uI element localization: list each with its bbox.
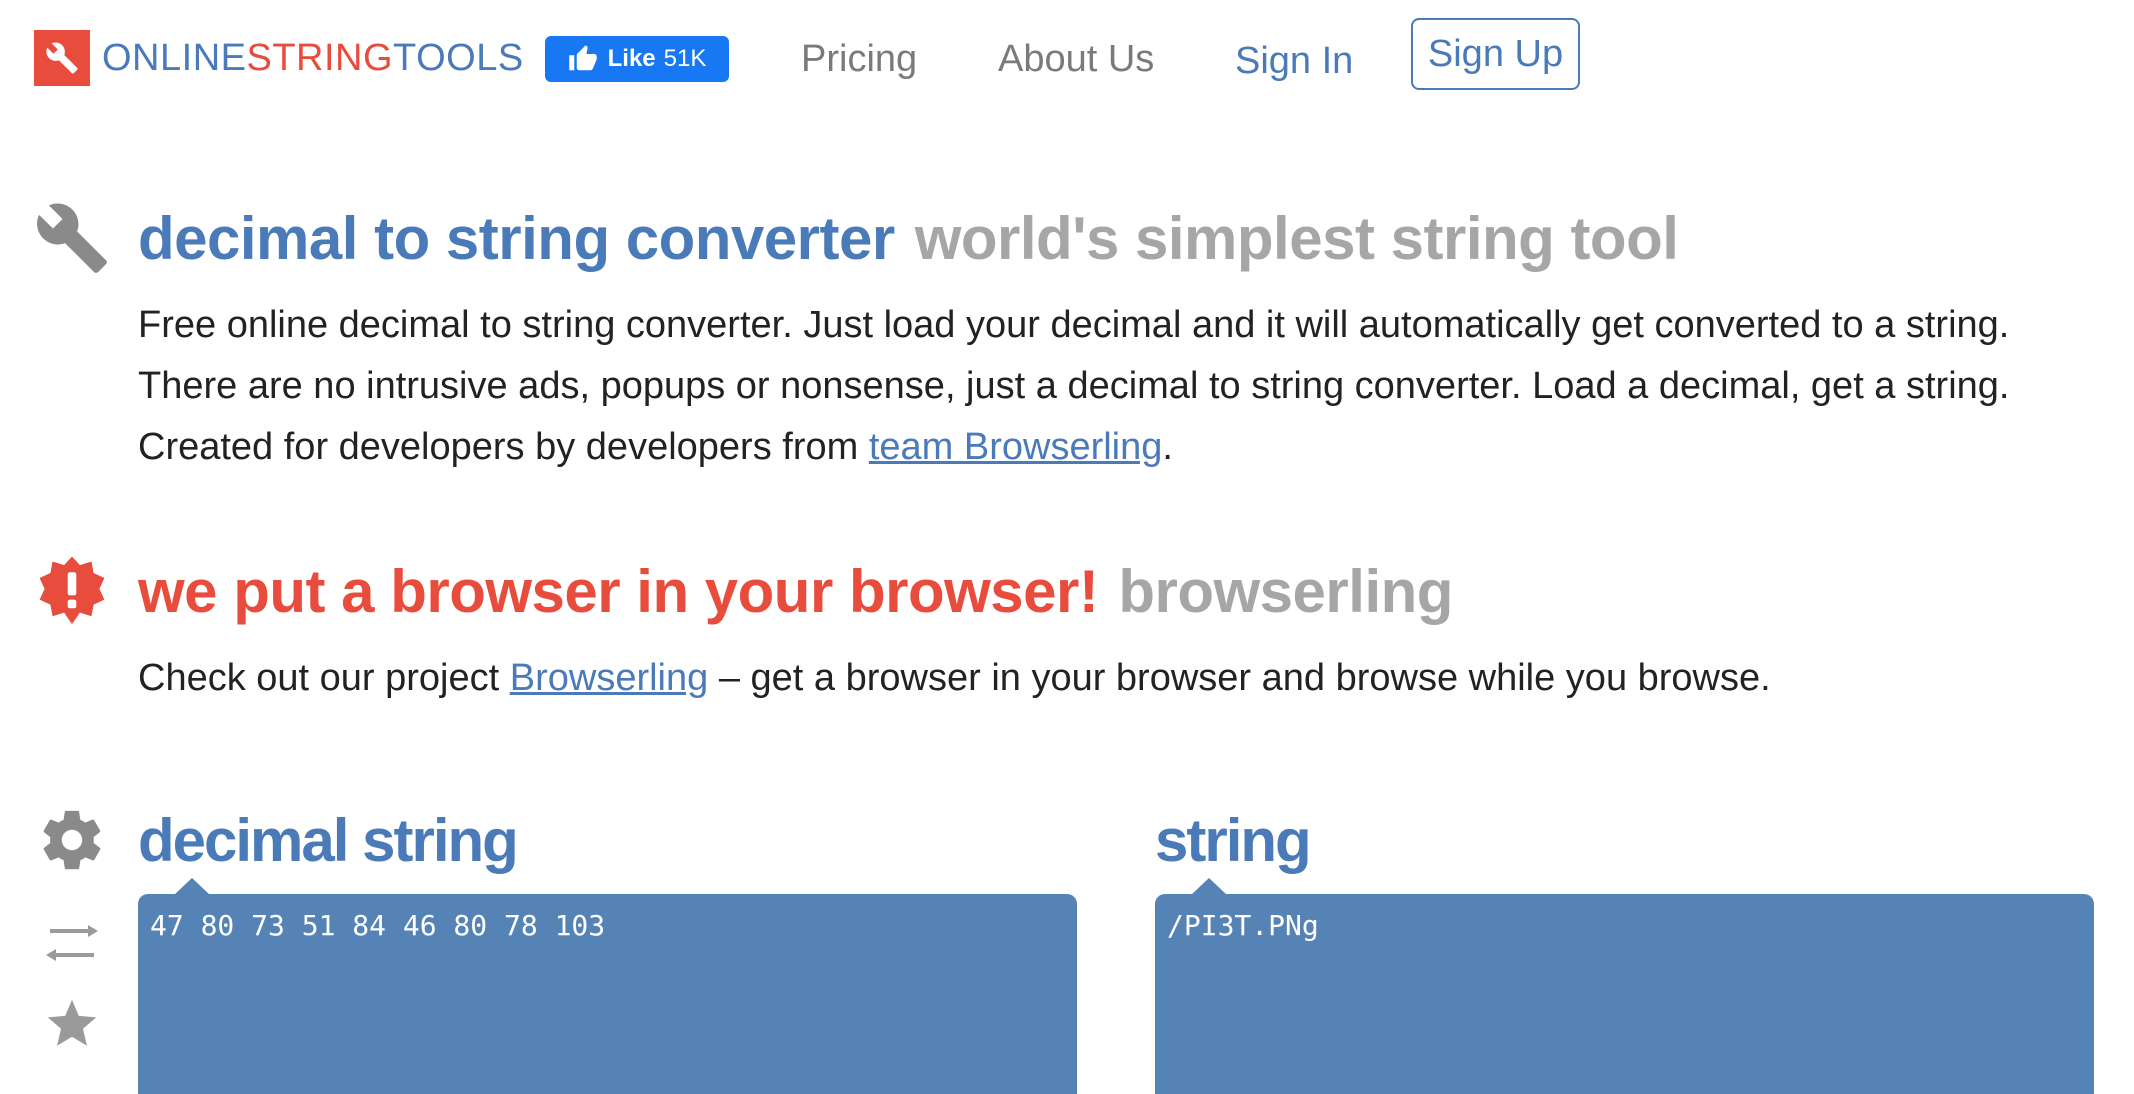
promo-subtitle: browserling — [1118, 558, 1453, 625]
page-title: decimal to string converter world's simpl… — [138, 204, 1679, 273]
output-panel: /PI3T.PNg — [1155, 878, 2094, 1094]
logo-text-tools: TOOLS — [393, 36, 524, 79]
description-end: . — [1162, 426, 1173, 468]
promo-text: Check out our project — [138, 657, 510, 699]
gear-icon[interactable] — [34, 802, 110, 878]
input-panel-title: decimal string — [138, 807, 519, 874]
promo-heading: we put a browser in your browser! — [138, 558, 1099, 625]
thumbs-up-icon — [568, 45, 597, 71]
tool-subtitle: world's simplest string tool — [914, 205, 1679, 272]
signup-button[interactable]: Sign Up — [1411, 18, 1580, 90]
site-logo[interactable]: ONLINESTRINGTOOLS — [34, 30, 524, 86]
like-count: 51K — [663, 45, 707, 72]
logo-text: ONLINESTRINGTOOLS — [102, 37, 524, 80]
nav-signin-link[interactable]: Sign In — [1235, 38, 1353, 84]
string-output[interactable]: /PI3T.PNg — [1155, 894, 2094, 1094]
logo-text-online: ONLINE — [102, 36, 247, 79]
output-panel-title: string — [1155, 807, 1312, 874]
swap-arrows-icon[interactable] — [34, 918, 110, 968]
nav-pricing-link[interactable]: Pricing — [801, 36, 917, 82]
tool-title: decimal to string converter — [138, 205, 895, 272]
team-browserling-link[interactable]: team Browserling — [869, 426, 1163, 468]
tool-description: Free online decimal to string converter.… — [138, 295, 2098, 478]
site-header: ONLINESTRINGTOOLS Like 51K Pricing About… — [0, 0, 2134, 120]
logo-text-string: STRING — [246, 36, 394, 79]
star-icon[interactable] — [34, 994, 110, 1054]
wrench-icon — [34, 30, 90, 86]
nav-about-link[interactable]: About Us — [998, 36, 1154, 82]
input-panel: 47 80 73 51 84 46 80 78 103 — [138, 878, 1077, 1094]
promo-description: Check out our project Browserling – get … — [138, 648, 2098, 709]
decimal-input[interactable]: 47 80 73 51 84 46 80 78 103 — [138, 894, 1077, 1094]
promo-text-end: – get a browser in your browser and brow… — [708, 657, 1771, 699]
wrench-icon — [34, 200, 110, 276]
browserling-link[interactable]: Browserling — [510, 657, 709, 699]
facebook-like-button[interactable]: Like 51K — [545, 36, 729, 82]
like-label: Like — [607, 45, 656, 72]
alert-badge-icon — [34, 553, 110, 629]
promo-title: we put a browser in your browser! browser… — [138, 557, 1453, 626]
